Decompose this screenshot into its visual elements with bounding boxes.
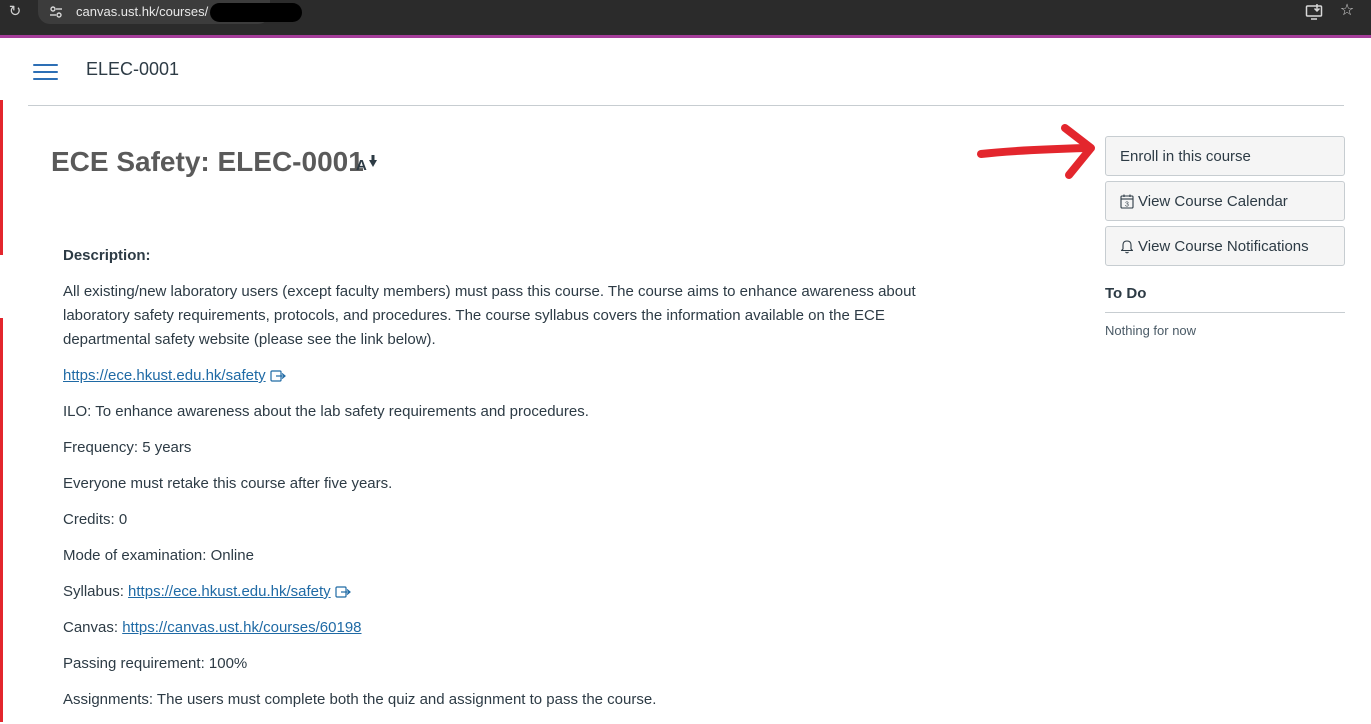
- external-link-icon: [335, 586, 351, 598]
- immersive-reader-icon[interactable]: A: [356, 154, 380, 172]
- reload-icon[interactable]: ↻: [6, 2, 24, 22]
- site-settings-icon[interactable]: [49, 5, 63, 19]
- canvas-link[interactable]: https://canvas.ust.hk/courses/60198: [122, 619, 361, 636]
- annotation-mark: [0, 100, 3, 255]
- browser-accent-line: [0, 35, 1371, 38]
- header-divider: [28, 105, 1344, 106]
- view-notifications-label: View Course Notifications: [1138, 237, 1309, 255]
- view-calendar-label: View Course Calendar: [1138, 192, 1288, 210]
- hamburger-menu-icon[interactable]: [33, 62, 58, 81]
- annotation-mark: [0, 318, 3, 722]
- ilo-text: ILO: To enhance awareness about the lab …: [63, 403, 589, 420]
- syllabus-link[interactable]: https://ece.hkust.edu.hk/safety: [128, 583, 331, 600]
- address-bar[interactable]: canvas.ust.hk/courses/: [38, 0, 302, 24]
- calendar-icon: 3: [1120, 194, 1134, 209]
- svg-text:3: 3: [1125, 202, 1129, 209]
- view-notifications-button[interactable]: View Course Notifications: [1105, 226, 1345, 266]
- description-text: All existing/new laboratory users (excep…: [63, 283, 916, 348]
- safety-link-paragraph: https://ece.hkust.edu.hk/safety: [63, 364, 963, 388]
- todo-heading: To Do: [1105, 285, 1147, 302]
- redaction-mark: [210, 3, 302, 22]
- enroll-button-label: Enroll in this course: [1120, 147, 1251, 165]
- breadcrumb-course[interactable]: ELEC-0001: [86, 59, 179, 80]
- browser-toolbar: ↻ canvas.ust.hk/courses/ ☆: [0, 0, 1371, 35]
- todo-empty-message: Nothing for now: [1105, 323, 1197, 338]
- passing-text: Passing requirement: 100%: [63, 655, 248, 672]
- retake-text: Everyone must retake this course after f…: [63, 475, 393, 492]
- bell-icon: [1120, 240, 1134, 254]
- assignments-text: Assignments: The users must complete bot…: [63, 691, 657, 708]
- view-calendar-button[interactable]: 3 View Course Calendar: [1105, 181, 1345, 221]
- url-text: canvas.ust.hk/courses/: [76, 4, 209, 19]
- todo-divider: [1105, 312, 1345, 313]
- syllabus-label: Syllabus:: [63, 583, 129, 600]
- credits-text: Credits: 0: [63, 511, 128, 528]
- frequency-text: Frequency: 5 years: [63, 439, 192, 456]
- svg-text:A: A: [356, 157, 367, 172]
- safety-link[interactable]: https://ece.hkust.edu.hk/safety: [63, 367, 266, 384]
- course-description: Description: All existing/new laboratory…: [63, 244, 963, 724]
- external-link-icon: [270, 370, 286, 382]
- bookmark-star-icon[interactable]: ☆: [1338, 1, 1356, 21]
- enroll-button[interactable]: Enroll in this course: [1105, 136, 1345, 176]
- canvas-label: Canvas:: [63, 619, 123, 636]
- install-app-icon[interactable]: [1305, 3, 1323, 21]
- page-title: ECE Safety: ELEC-0001: [51, 146, 364, 177]
- annotation-arrow: [977, 124, 1095, 179]
- canvas-paragraph: Canvas: https://canvas.ust.hk/courses/60…: [63, 616, 963, 640]
- exam-mode-text: Mode of examination: Online: [63, 547, 254, 564]
- syllabus-paragraph: Syllabus: https://ece.hkust.edu.hk/safet…: [63, 580, 963, 604]
- description-label: Description:: [63, 247, 151, 264]
